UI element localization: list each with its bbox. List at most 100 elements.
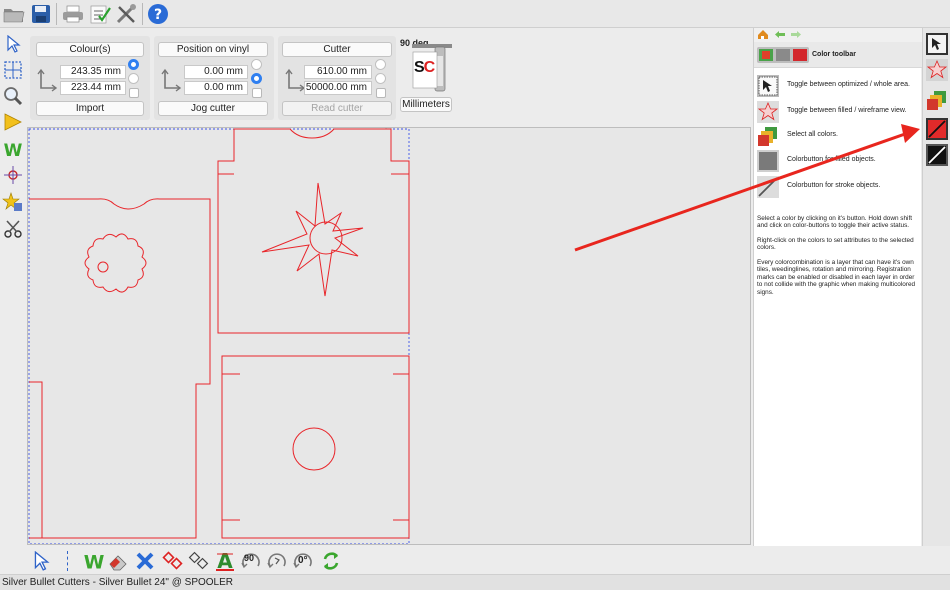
cutter-group: Cutter 610.00 mm 50000.00 mm Read cutter [278, 36, 396, 120]
read-cutter-button[interactable]: Read cutter [282, 101, 392, 116]
bottom-toolbar: W A 90 0° [27, 548, 751, 574]
color-toolbar [922, 28, 950, 546]
node-edit-icon[interactable] [2, 59, 24, 81]
registration-red-icon[interactable] [161, 549, 185, 573]
open-folder-icon[interactable] [2, 2, 26, 26]
colour-radio-1[interactable] [128, 59, 139, 70]
cutter-width-field[interactable]: 610.00 mm [304, 65, 372, 79]
shirt-shape-left [29, 198, 211, 539]
starburst-center [309, 221, 343, 255]
svg-text:W: W [84, 553, 105, 571]
black-color-button-icon[interactable] [926, 144, 948, 166]
back-arrow-icon[interactable] [774, 30, 786, 39]
forward-arrow-icon[interactable] [790, 30, 802, 39]
colours-group: Colour(s) 243.35 mm 223.44 mm Import [30, 36, 150, 120]
svg-text:W: W [4, 141, 23, 158]
help-item-optimized: Toggle between optimized / whole area. [756, 75, 920, 97]
stroke-colorbutton-icon [757, 176, 779, 198]
import-button[interactable]: Import [36, 101, 144, 116]
cutter-length-field[interactable]: 50000.00 mm [304, 81, 372, 95]
help-paragraph-2: Right-click on the colors to set attribu… [757, 237, 914, 252]
ruler-icon[interactable] [2, 111, 24, 133]
selection-bounds [28, 128, 410, 544]
select-arrow-icon[interactable] [29, 549, 53, 573]
help-header: Color toolbar [754, 42, 922, 68]
refresh-icon[interactable] [319, 549, 343, 573]
cutter-button[interactable]: Cutter [282, 42, 392, 57]
position-y-field[interactable]: 0.00 mm [184, 81, 248, 95]
rotate-90-label: 90 [244, 553, 255, 563]
cutter-radio-1[interactable] [375, 59, 386, 70]
select-arrow-icon[interactable] [2, 33, 24, 55]
tools-icon[interactable] [114, 2, 138, 26]
knife-icon[interactable] [2, 218, 24, 240]
cutter-logo-text: SC [414, 59, 435, 76]
svg-text:?: ? [154, 7, 162, 23]
colour-width-field[interactable]: 243.35 mm [60, 65, 126, 79]
print-icon[interactable] [61, 2, 85, 26]
axis-icon [161, 68, 182, 92]
optimized-area-icon [757, 75, 779, 97]
registration-mark-icon[interactable] [2, 164, 24, 186]
red-color-button-icon[interactable] [926, 118, 948, 140]
parameter-panel: Colour(s) 243.35 mm 223.44 mm Import Pos… [28, 36, 748, 122]
rotate-0-icon[interactable]: 0° [291, 549, 315, 573]
axis-icon [285, 68, 306, 92]
help-paragraph-1: Select a color by clicking on it's butto… [757, 215, 913, 230]
filled-wireframe-icon[interactable] [926, 59, 948, 81]
help-item-filled-color: Colorbutton for filled objects. [756, 150, 920, 172]
help-icon[interactable]: ? [146, 2, 170, 26]
cutter-logo[interactable]: SC [412, 42, 454, 94]
top-toolbar: ? [0, 0, 950, 28]
cutter-checkbox[interactable] [376, 88, 386, 98]
zoom-icon[interactable] [2, 85, 24, 107]
position-on-vinyl-button[interactable]: Position on vinyl [158, 42, 268, 57]
colours-button[interactable]: Colour(s) [36, 42, 144, 57]
flower-shape [84, 233, 147, 293]
save-icon[interactable] [29, 2, 53, 26]
colour-checkbox[interactable] [129, 88, 139, 98]
shirt-shape-top [217, 128, 410, 334]
text-weed-icon[interactable]: A [213, 549, 237, 573]
jog-cutter-button[interactable]: Jog cutter [158, 101, 268, 116]
rotate-90-icon[interactable]: 90 [239, 549, 263, 573]
help-nav [754, 28, 922, 42]
help-item-filled: Toggle between filled / wireframe view. [756, 101, 920, 123]
cut-design [28, 128, 410, 544]
optimized-area-icon[interactable] [926, 33, 948, 55]
registration-outline-icon[interactable] [187, 549, 211, 573]
rotate-icon[interactable] [265, 549, 289, 573]
position-checkbox[interactable] [252, 88, 262, 98]
axis-icon [37, 68, 58, 92]
toolbar-separator [67, 551, 68, 571]
millimeters-button[interactable]: Millimeters [400, 97, 452, 112]
eraser-icon[interactable] [107, 549, 131, 573]
checklist-icon[interactable] [88, 2, 112, 26]
position-x-field[interactable]: 0.00 mm [184, 65, 248, 79]
weed-icon[interactable]: W [82, 549, 106, 573]
select-all-colors-icon[interactable] [926, 89, 948, 111]
filled-colorbutton-icon [757, 150, 779, 172]
help-title: Color toolbar [812, 51, 856, 58]
position-radio-1[interactable] [251, 59, 262, 70]
colour-height-field[interactable]: 223.44 mm [60, 81, 126, 95]
svg-text:A: A [217, 550, 233, 572]
left-tool-column: W [0, 28, 26, 548]
colour-radio-2[interactable] [128, 73, 139, 84]
star-tool-icon[interactable] [2, 191, 24, 213]
help-item-stroke-color: Colorbutton for stroke objects. [756, 176, 920, 198]
filled-wireframe-icon [757, 101, 779, 123]
design-canvas[interactable] [27, 127, 751, 545]
flower-hole [97, 261, 109, 273]
position-radio-2[interactable] [251, 73, 262, 84]
color-toolbar-icon [757, 47, 809, 63]
circle-shape [292, 427, 336, 471]
cutter-radio-2[interactable] [375, 73, 386, 84]
status-bar: Silver Bullet Cutters - Silver Bullet 24… [0, 574, 950, 590]
help-item-select-all: Select all colors. [756, 125, 920, 147]
weed-icon[interactable]: W [2, 138, 24, 160]
delete-x-icon[interactable] [133, 549, 157, 573]
starburst-shape [261, 182, 364, 297]
home-icon[interactable] [757, 29, 769, 40]
shirt-shape-bottom [221, 355, 410, 539]
